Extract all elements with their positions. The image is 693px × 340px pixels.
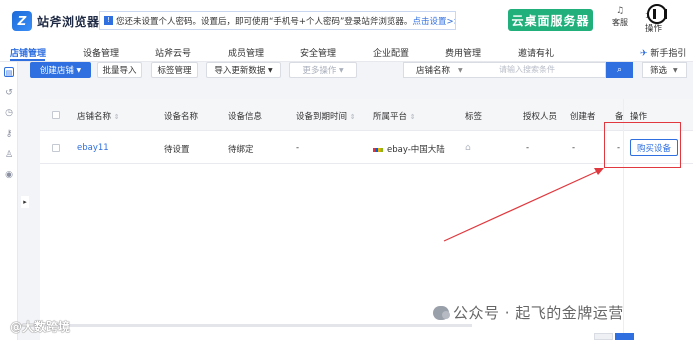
chevron-down-icon: ▼ bbox=[339, 66, 344, 74]
tab-security-management[interactable]: 安全管理 bbox=[300, 46, 336, 59]
more-operations-button[interactable]: 更多操作 ▼ bbox=[289, 62, 357, 78]
rocket-icon: ✈ bbox=[640, 49, 648, 59]
notice-text: 您还未设置个人密码。设置后，即可使用“手机号+个人密码”登录站斧浏览器。 bbox=[116, 16, 413, 27]
search-field-value: 店铺名称 bbox=[416, 66, 451, 76]
horizontal-scrollbar[interactable] bbox=[18, 324, 472, 327]
tag-icon[interactable]: ⌂ bbox=[465, 143, 471, 153]
notice-set-link[interactable]: 点击设置>> bbox=[412, 15, 455, 27]
column-header: 授权人员 bbox=[523, 112, 558, 122]
sort-icon[interactable]: ⇕ bbox=[114, 113, 120, 121]
user-menu[interactable]: 1 操作 bbox=[645, 4, 669, 34]
watermark: 公众号 · 起飞的金牌运营 bbox=[433, 302, 624, 323]
import-update-label: 导入更新数据 bbox=[214, 66, 266, 76]
avatar[interactable] bbox=[647, 4, 667, 24]
wechat-icon bbox=[433, 305, 450, 320]
chevron-down-icon: ▼ bbox=[268, 66, 273, 74]
tab-device-management[interactable]: 设备管理 bbox=[83, 46, 119, 59]
main-nav: 店铺管理 设备管理 站斧云号 成员管理 安全管理 企业配置 费用管理 邀请有礼 … bbox=[0, 44, 693, 62]
create-shop-button[interactable]: 创建店铺 ▼ bbox=[30, 62, 91, 78]
platform-cell: ebay-中国大陆 bbox=[373, 143, 445, 155]
creator-cell: - bbox=[572, 143, 576, 153]
column-header: 标签 bbox=[465, 112, 483, 122]
tag-cell[interactable]: ⌂ bbox=[465, 143, 471, 153]
row-checkbox[interactable] bbox=[52, 144, 60, 152]
left-sidebar: ▤ ↺ ◷ ⚷ ♙ ◉ bbox=[0, 62, 18, 340]
tab-billing-management[interactable]: 费用管理 bbox=[445, 46, 481, 59]
device-info-cell: 待绑定 bbox=[228, 145, 254, 155]
headset-icon: ♫ bbox=[615, 6, 625, 16]
user-icon[interactable]: ♙ bbox=[4, 150, 14, 160]
expire-cell: - bbox=[296, 143, 300, 153]
search-button[interactable]: ⌕ bbox=[606, 62, 633, 78]
search-field-select[interactable]: 店铺名称 ▼ bbox=[403, 62, 493, 78]
column-header: 操作 bbox=[630, 112, 648, 122]
chevron-down-icon: ▼ bbox=[76, 66, 82, 74]
key-icon[interactable]: ⚷ bbox=[4, 129, 14, 139]
chevron-down-icon: ▼ bbox=[673, 66, 678, 74]
cloud-desktop-server-button[interactable]: 云桌面服务器 bbox=[508, 9, 593, 31]
search-input[interactable]: 请输入搜索条件 bbox=[492, 62, 606, 78]
customer-service-button[interactable]: ♫ 客服 bbox=[611, 6, 629, 28]
info-icon: ! bbox=[104, 16, 113, 25]
column-header[interactable]: 所属平台 ⇕ bbox=[373, 110, 416, 122]
active-tab-indicator bbox=[10, 59, 45, 61]
filter-label: 筛选 bbox=[650, 66, 668, 76]
import-update-data-button[interactable]: 导入更新数据 ▼ bbox=[206, 62, 281, 78]
tab-invite-rewards[interactable]: 邀请有礼 bbox=[518, 46, 554, 59]
filter-button[interactable]: 筛选 ▼ bbox=[642, 62, 687, 78]
logo-icon: Z bbox=[12, 11, 32, 31]
table-row: ebay11 待设置 待绑定 - ebay-中国大陆 ⌂ - - - 购买设备 bbox=[40, 132, 693, 164]
authorized-cell: - bbox=[526, 143, 530, 153]
sidebar-expand-icon[interactable]: ▸ bbox=[21, 196, 29, 208]
shop-toolbar: 创建店铺 ▼ 批量导入 标签管理 导入更新数据 ▼ 更多操作 ▼ 店铺名称 ▼ … bbox=[30, 62, 693, 80]
top-bar: Z 站斧浏览器 ! 您还未设置个人密码。设置后，即可使用“手机号+个人密码”登录… bbox=[0, 0, 693, 44]
guide-label: 新手指引 bbox=[650, 49, 687, 59]
clock-icon[interactable]: ◷ bbox=[4, 108, 14, 118]
ebay-logo-icon bbox=[373, 147, 383, 152]
history-icon[interactable]: ↺ bbox=[4, 88, 14, 98]
search-icon: ⌕ bbox=[616, 65, 623, 75]
column-header: 设备名称 bbox=[164, 112, 199, 122]
app-logo[interactable]: Z 站斧浏览器 bbox=[12, 11, 100, 31]
device-name-cell: 待设置 bbox=[164, 145, 190, 155]
eye-icon[interactable]: ◉ bbox=[4, 170, 14, 180]
annotation-highlight-box bbox=[604, 122, 681, 168]
batch-import-button[interactable]: 批量导入 bbox=[97, 62, 142, 78]
more-ops-label: 更多操作 bbox=[302, 66, 337, 76]
sort-icon[interactable]: ⇕ bbox=[410, 113, 416, 121]
pagination-prev[interactable] bbox=[594, 333, 613, 340]
create-shop-label: 创建店铺 bbox=[39, 66, 74, 76]
column-header[interactable]: 店铺名称 ⇕ bbox=[77, 110, 120, 122]
watermark-text: 公众号 · 起飞的金牌运营 bbox=[453, 304, 624, 322]
select-all-checkbox[interactable] bbox=[52, 111, 60, 119]
column-header: 创建者 bbox=[570, 112, 596, 122]
table-header: 店铺名称 ⇕ 设备名称 设备信息 设备到期时间 ⇕ 所属平台 ⇕ 标签 授权人员… bbox=[40, 99, 693, 131]
tab-enterprise-config[interactable]: 企业配置 bbox=[373, 46, 409, 59]
tab-member-management[interactable]: 成员管理 bbox=[228, 46, 264, 59]
password-notice: ! 您还未设置个人密码。设置后，即可使用“手机号+个人密码”登录站斧浏览器。 点… bbox=[99, 11, 456, 30]
logo-text: 站斧浏览器 bbox=[37, 14, 100, 29]
shop-name-link[interactable]: ebay11 bbox=[77, 143, 109, 153]
tag-management-button[interactable]: 标签管理 bbox=[151, 62, 198, 78]
beginner-guide-link[interactable]: ✈ 新手指引 bbox=[640, 46, 686, 59]
watermark-secondary: @大数跨境 bbox=[10, 320, 71, 334]
column-header: 设备信息 bbox=[228, 112, 263, 122]
tab-shop-management[interactable]: 店铺管理 bbox=[10, 46, 46, 59]
chevron-down-icon: ▼ bbox=[458, 66, 463, 74]
customer-service-label: 客服 bbox=[612, 18, 628, 27]
column-header[interactable]: 设备到期时间 ⇕ bbox=[296, 110, 356, 122]
sort-icon[interactable]: ⇕ bbox=[350, 113, 356, 121]
pagination-page-1[interactable] bbox=[615, 333, 634, 340]
shop-list-icon[interactable]: ▤ bbox=[4, 67, 14, 77]
tab-zhanfu-cloud[interactable]: 站斧云号 bbox=[155, 46, 191, 59]
